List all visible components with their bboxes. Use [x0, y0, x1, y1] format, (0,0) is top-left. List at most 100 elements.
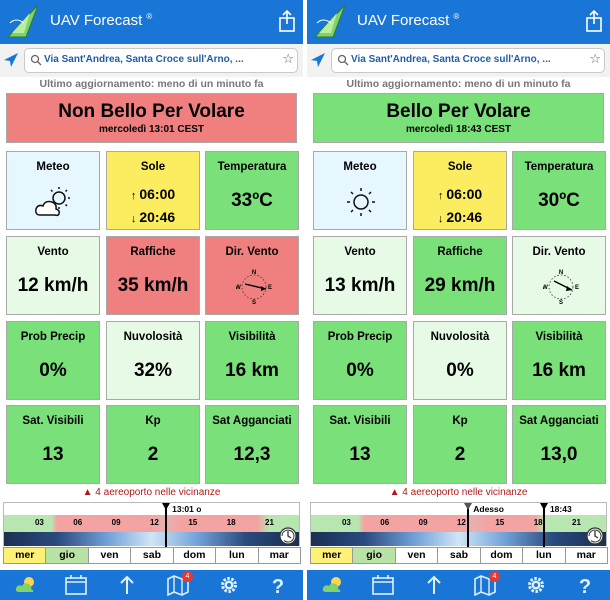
status-date: mercoledì 18:43 CEST — [405, 124, 512, 135]
star-icon[interactable]: ☆ — [282, 52, 294, 68]
map-badge: 4 — [182, 571, 193, 582]
help-icon[interactable]: ? — [266, 574, 290, 596]
tile-label: Sat Agganciati — [519, 415, 599, 427]
tile-sat-agganciati[interactable]: Sat Agganciati 12,3 — [205, 405, 299, 484]
tile-label: Sat Agganciati — [212, 415, 292, 427]
share-icon[interactable] — [277, 9, 297, 33]
tile-nuvolosita[interactable]: Nuvolosità 0% — [413, 321, 507, 400]
tile-vento[interactable]: Vento 13 km/h — [313, 236, 407, 315]
timeline-now-triangle — [464, 503, 473, 510]
tile-sole[interactable]: Sole ↑ 06:00 ↓ 20:46 — [106, 151, 200, 230]
tile-vento[interactable]: Vento 12 km/h — [6, 236, 100, 315]
tile-meteo[interactable]: Meteo — [6, 151, 100, 230]
status-date: mercoledì 13:01 CEST — [98, 124, 205, 135]
tile-label: Prob Precip — [20, 331, 86, 343]
hourly-timeline[interactable]: 03 06 09 12 15 18 21 13:01 o — [3, 502, 300, 547]
day-tab[interactable]: sab — [130, 547, 174, 564]
sun-icon — [347, 188, 375, 216]
tile-kp[interactable]: Kp 2 — [413, 405, 507, 484]
location-search-field[interactable]: Via Sant'Andrea, Santa Croce sull'Arno, … — [24, 48, 298, 73]
tile-value: 0% — [446, 360, 474, 381]
tile-sat-agganciati[interactable]: Sat Agganciati 13,0 — [512, 405, 606, 484]
gear-icon[interactable] — [217, 574, 241, 596]
timeline-hour: 12 — [149, 518, 159, 527]
tile-prob-precip[interactable]: Prob Precip 0% — [313, 321, 407, 400]
tile-raffiche[interactable]: Raffiche 29 km/h — [413, 236, 507, 315]
weather-tab-icon[interactable] — [321, 574, 345, 596]
tile-value: 13 — [349, 444, 371, 465]
tile-temperatura[interactable]: Temperatura 30ºC — [512, 151, 606, 230]
app-logo-icon — [6, 4, 39, 38]
calendar-icon[interactable] — [371, 574, 395, 596]
day-tab[interactable]: gio — [352, 547, 396, 564]
last-update-text: Ultimo aggiornamento: meno di un minuto … — [39, 78, 264, 90]
timeline-hour: 03 — [341, 518, 351, 527]
star-icon[interactable]: ☆ — [589, 52, 601, 68]
calendar-icon[interactable] — [64, 574, 88, 596]
help-icon[interactable]: ? — [573, 574, 597, 596]
day-selector: mer gio ven sab dom lun mar — [3, 547, 301, 564]
location-bar: Via Sant'Andrea, Santa Croce sull'Arno, … — [307, 44, 610, 77]
search-icon — [30, 54, 42, 66]
tile-dir-vento[interactable]: Dir. Vento N S W E — [512, 236, 606, 315]
gear-icon[interactable] — [524, 574, 548, 596]
tile-nuvolosita[interactable]: Nuvolosità 32% — [106, 321, 200, 400]
tile-sole[interactable]: Sole ↑ 06:00 ↓ 20:46 — [413, 151, 507, 230]
share-icon[interactable] — [584, 9, 604, 33]
day-tab[interactable]: mar — [257, 547, 301, 564]
sunrise-time: 06:00 — [139, 186, 176, 202]
tile-temperatura[interactable]: Temperatura 33ºC — [205, 151, 299, 230]
tile-visibilita[interactable]: Visibilità 16 km — [512, 321, 606, 400]
location-arrow-icon[interactable] — [310, 52, 326, 68]
location-search-field[interactable]: Via Sant'Andrea, Santa Croce sull'Arno, … — [331, 48, 605, 73]
day-tab[interactable]: dom — [172, 547, 217, 564]
map-tab[interactable]: 4 — [166, 571, 193, 597]
weather-tab-icon[interactable] — [14, 574, 38, 596]
day-tab[interactable]: lun — [522, 547, 566, 564]
location-text[interactable]: Via Sant'Andrea, Santa Croce sull'Arno, … — [351, 54, 586, 65]
upload-icon[interactable] — [422, 574, 446, 596]
tile-prob-precip[interactable]: Prob Precip 0% — [6, 321, 100, 400]
tile-label: Visibilità — [535, 331, 583, 343]
airport-warning[interactable]: ▲ 4 aereoporto nelle vicinanze — [0, 487, 303, 498]
tile-value: 12,3 — [233, 444, 271, 465]
bottom-tab-bar: 4 ? — [0, 570, 303, 600]
app-title: UAV Forecast ® — [357, 12, 460, 29]
tile-sat-visibili[interactable]: Sat. Visibili 13 — [313, 405, 407, 484]
day-tab[interactable]: lun — [215, 547, 259, 564]
tile-visibilita[interactable]: Visibilità 16 km — [205, 321, 299, 400]
tile-value: 29 km/h — [424, 275, 496, 296]
compass-icon: N S W E — [236, 270, 272, 305]
tile-dir-vento[interactable]: Dir. Vento N S W E — [205, 236, 299, 315]
day-tab[interactable]: mer — [310, 547, 354, 564]
day-tab[interactable]: ven — [87, 547, 132, 564]
day-tab[interactable]: gio — [45, 547, 89, 564]
compass-icon: N S W E — [543, 270, 579, 305]
day-tab[interactable]: sab — [437, 547, 481, 564]
airport-warning-text: 4 aereoporto nelle vicinanze — [95, 487, 221, 498]
tile-label: Raffiche — [130, 246, 176, 258]
history-icon[interactable] — [586, 527, 604, 545]
day-tab[interactable]: dom — [479, 547, 524, 564]
compass-w: W — [543, 285, 548, 291]
timeline-hour: 09 — [418, 518, 428, 527]
day-tab[interactable]: mer — [3, 547, 47, 564]
tile-label: Sole — [447, 161, 473, 173]
location-text[interactable]: Via Sant'Andrea, Santa Croce sull'Arno, … — [44, 54, 279, 65]
map-tab[interactable]: 4 — [473, 571, 500, 597]
tile-raffiche[interactable]: Raffiche 35 km/h — [106, 236, 200, 315]
history-icon[interactable] — [279, 527, 297, 545]
hourly-timeline[interactable]: 03 06 09 12 15 18 21 Adesso 18:43 — [310, 502, 607, 547]
tile-kp[interactable]: Kp 2 — [106, 405, 200, 484]
day-tab[interactable]: mar — [564, 547, 608, 564]
upload-icon[interactable] — [115, 574, 139, 596]
tile-label: Vento — [344, 246, 376, 258]
tile-label: Dir. Vento — [532, 246, 586, 258]
tile-meteo[interactable]: Meteo — [313, 151, 407, 230]
airport-warning[interactable]: ▲ 4 aereoporto nelle vicinanze — [307, 487, 610, 498]
tile-sat-visibili[interactable]: Sat. Visibili 13 — [6, 405, 100, 484]
tile-label: Nuvolosità — [430, 331, 490, 343]
timeline-hour: 18 — [226, 518, 236, 527]
location-arrow-icon[interactable] — [3, 52, 19, 68]
day-tab[interactable]: ven — [394, 547, 439, 564]
